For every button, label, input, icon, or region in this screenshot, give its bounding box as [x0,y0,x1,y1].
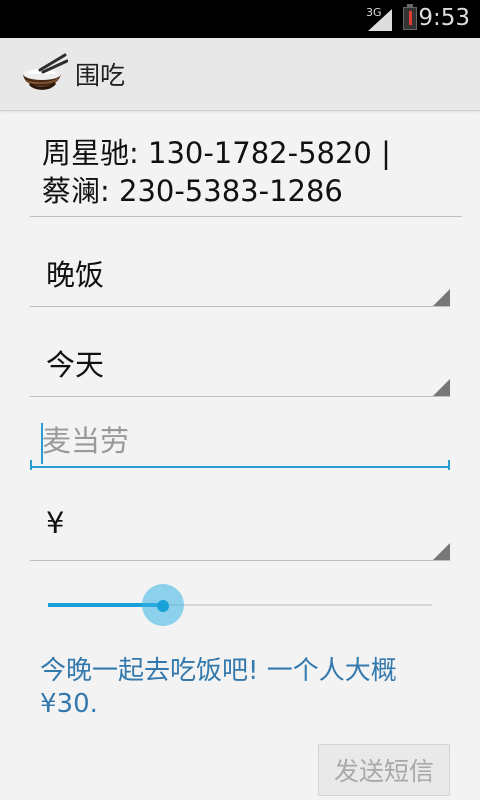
status-bar: 3G 9:53 [0,0,480,38]
restaurant-input[interactable] [30,415,450,468]
meal-value: 晚饭 [46,258,105,292]
slider-thumb[interactable] [157,600,169,612]
sms-preview: 今晚一起去吃饭吧! 一个人大概 ¥30. [40,656,397,719]
day-spinner[interactable]: 今天 [30,326,450,397]
contacts-field[interactable]: 周星驰: 130-1782-5820 | 蔡澜: 230-5383-1286 [30,134,462,217]
battery-low-icon [409,11,412,25]
action-bar: 围吃 [0,38,480,111]
dropdown-corner-icon [433,289,450,306]
input-edge-left [30,460,32,470]
dropdown-corner-icon [433,543,450,560]
contact-line-1: 周星驰: 130-1782-5820 | [42,136,391,170]
rice-bowl-icon [23,53,68,90]
status-time: 9:53 [418,5,470,31]
meal-spinner[interactable]: 晚饭 [30,236,450,307]
signal-icon [368,9,392,31]
send-sms-button[interactable]: 发送短信 [318,744,450,796]
currency-spinner[interactable]: ¥ [30,490,450,561]
battery-icon [403,4,417,30]
contact-line-2: 蔡澜: 230-5383-1286 [42,174,343,208]
dropdown-corner-icon [433,379,450,396]
input-edge-right [448,460,450,470]
app-title: 围吃 [75,61,126,90]
day-value: 今天 [46,348,105,382]
price-slider[interactable] [48,582,432,630]
currency-value: ¥ [46,506,65,540]
text-cursor [41,423,43,464]
